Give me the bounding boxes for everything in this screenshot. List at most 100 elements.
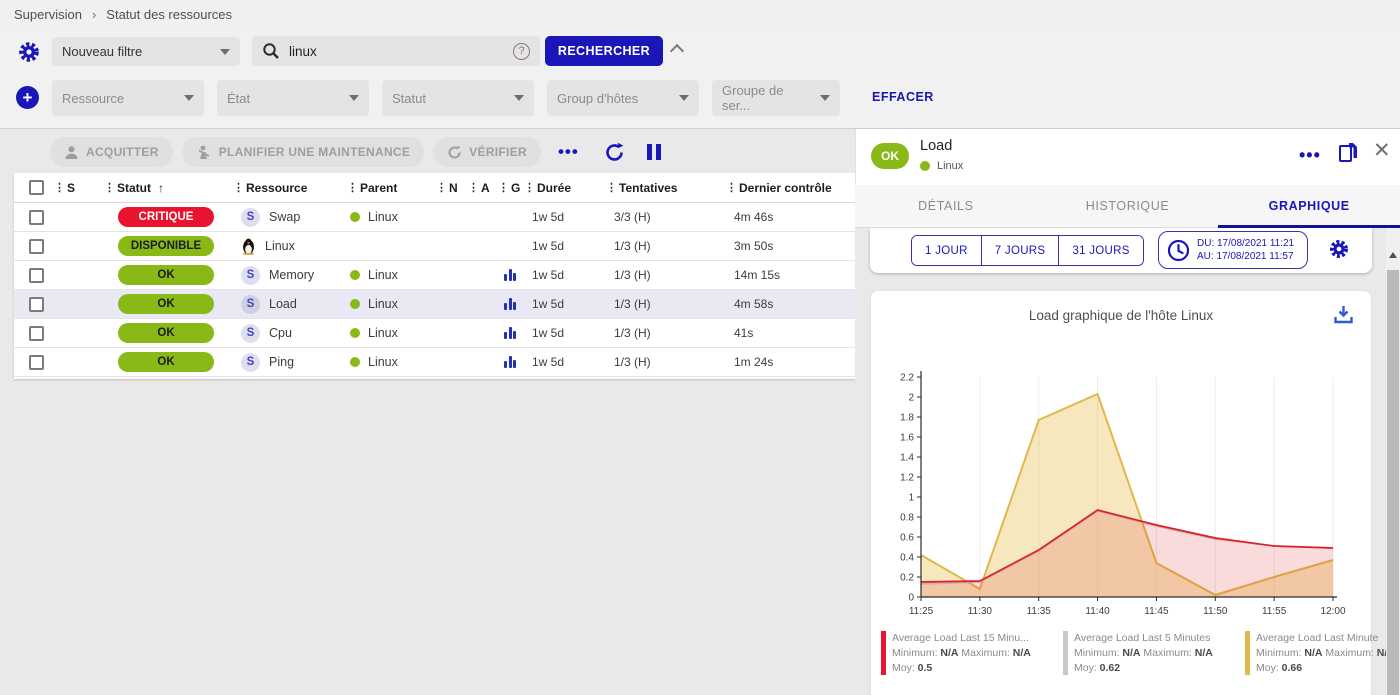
column-header-tentatives[interactable]: ⋮Tentatives [606,181,726,195]
close-panel-icon[interactable]: ✕ [1373,140,1391,161]
graph-settings-gear-icon[interactable] [1328,238,1350,260]
add-filter-button[interactable]: + [16,86,39,109]
resource-cell[interactable]: SPing [228,353,342,372]
table-row[interactable]: OKSLoadLinux1w 5d1/3 (H)4m 58s [14,290,855,319]
table-row[interactable]: CRITIQUESSwapLinux1w 5d3/3 (H)4m 46s [14,203,855,232]
column-header-s[interactable]: ⋮S [54,181,104,195]
column-drag-handle-icon[interactable]: ⋮ [468,181,478,194]
clear-filters-button[interactable]: EFFACER [872,90,934,104]
column-header-g[interactable]: ⋮G [498,181,524,195]
tab-historique[interactable]: HISTORIQUE [1037,185,1219,227]
graph-icon[interactable] [498,327,524,339]
column-drag-handle-icon[interactable]: ⋮ [104,181,114,194]
status-badge: DISPONIBLE [118,236,214,256]
column-header-statut[interactable]: ⋮Statut↑ [104,181,228,195]
maintenance-button[interactable]: PLANIFIER UNE MAINTENANCE [182,137,425,167]
load-area-chart[interactable]: 00.20.40.60.811.21.41.61.822.211:2511:30… [877,363,1347,625]
pause-icon[interactable] [646,143,662,161]
parent-cell[interactable]: Linux [342,210,436,224]
graph-icon[interactable] [498,269,524,281]
column-drag-handle-icon[interactable]: ⋮ [606,181,616,194]
criteria-select-4[interactable]: Group d'hôtes [547,80,699,116]
legend-item[interactable]: Average Load Last 5 MinutesMinimum: N/A … [1063,631,1235,676]
search-field[interactable]: ? [252,36,540,66]
table-row[interactable]: OKSMemoryLinux1w 5d1/3 (H)14m 15s [14,261,855,290]
column-drag-handle-icon[interactable]: ⋮ [436,181,446,194]
download-icon[interactable] [1334,305,1353,324]
resource-cell[interactable]: SCpu [228,324,342,343]
parent-cell[interactable]: Linux [342,355,436,369]
help-icon[interactable]: ? [513,43,530,60]
criteria-select-label: Group d'hôtes [557,91,638,106]
chevron-down-icon [349,95,359,101]
column-header-a[interactable]: ⋮A [468,181,498,195]
collapse-chevron-icon[interactable] [670,44,684,58]
row-checkbox[interactable] [29,268,44,283]
tab-dtails[interactable]: DÉTAILS [855,185,1037,227]
parent-cell[interactable]: Linux [342,297,436,311]
resource-cell[interactable]: SSwap [228,208,342,227]
resource-cell[interactable]: SLoad [228,295,342,314]
search-button[interactable]: RECHERCHER [545,36,663,66]
column-drag-handle-icon[interactable]: ⋮ [498,181,508,194]
time-range-button-2[interactable]: 7 JOURS [982,236,1060,265]
time-range-button-3[interactable]: 31 JOURS [1059,236,1142,265]
criteria-select-5[interactable]: Groupe de ser... [712,80,840,116]
last-check-cell: 4m 58s [726,297,855,311]
legend-item[interactable]: Average Load Last 15 Minu...Minimum: N/A… [881,631,1053,676]
settings-gear-icon[interactable] [17,40,41,64]
breadcrumb-item-statut-ressources[interactable]: Statut des ressources [106,7,232,22]
check-button[interactable]: VÉRIFIER [433,137,541,167]
row-checkbox[interactable] [29,326,44,341]
acknowledge-button[interactable]: ACQUITTER [50,137,173,167]
refresh-icon[interactable] [604,142,625,163]
saved-filter-select[interactable]: Nouveau filtre [52,37,240,66]
graph-icon[interactable] [498,298,524,310]
column-drag-handle-icon[interactable]: ⋮ [524,181,534,194]
column-header-n[interactable]: ⋮N [436,181,468,195]
parent-cell[interactable]: Linux [342,326,436,340]
sort-asc-icon[interactable]: ↑ [158,181,164,195]
column-header-parent[interactable]: ⋮Parent [342,181,436,195]
column-header-derniercontrle[interactable]: ⋮Dernier contrôle [726,181,855,195]
table-row[interactable]: OKSPingLinux1w 5d1/3 (H)1m 24s [14,348,855,377]
column-header-dure[interactable]: ⋮Durée [524,181,606,195]
column-drag-handle-icon[interactable]: ⋮ [726,181,736,194]
breadcrumb-item-supervision[interactable]: Supervision [14,7,82,22]
row-checkbox[interactable] [29,239,44,254]
column-drag-handle-icon[interactable]: ⋮ [233,181,243,194]
more-actions-icon[interactable]: ••• [558,142,579,162]
search-input[interactable] [289,44,513,59]
panel-scrollbar[interactable] [1386,228,1400,695]
x-tick-label: 11:50 [1203,606,1228,617]
scroll-up-arrow-icon[interactable] [1389,252,1397,258]
legend-item[interactable]: Average Load Last MinuteMinimum: N/A Max… [1245,631,1400,676]
service-icon: S [241,324,260,343]
parent-cell[interactable]: Linux [342,268,436,282]
column-drag-handle-icon[interactable]: ⋮ [54,181,64,194]
column-drag-handle-icon[interactable]: ⋮ [347,181,357,194]
criteria-select-2[interactable]: État [217,80,369,116]
tab-graphique[interactable]: GRAPHIQUE [1218,185,1400,227]
column-header-ressource[interactable]: ⋮Ressource [228,181,342,195]
scrollbar-thumb[interactable] [1387,270,1399,695]
panel-more-icon[interactable]: ••• [1299,145,1321,166]
criteria-select-3[interactable]: Statut [382,80,534,116]
time-range-button-1[interactable]: 1 JOUR [912,236,982,265]
row-checkbox[interactable] [29,297,44,312]
tries-cell: 1/3 (H) [606,326,726,340]
resource-cell[interactable]: SMemory [228,266,342,285]
chevron-down-icon [220,49,230,55]
select-all-checkbox[interactable] [29,180,44,195]
service-icon: S [241,208,260,227]
breadcrumb: Supervision › Statut des ressources [0,0,1400,28]
table-row[interactable]: DISPONIBLELinux1w 5d1/3 (H)3m 50s [14,232,855,261]
row-checkbox[interactable] [29,355,44,370]
row-checkbox[interactable] [29,210,44,225]
table-row[interactable]: OKSCpuLinux1w 5d1/3 (H)41s [14,319,855,348]
resource-cell[interactable]: Linux [228,237,342,255]
graph-icon[interactable] [498,356,524,368]
criteria-select-1[interactable]: Ressource [52,80,204,116]
copy-link-icon[interactable] [1339,142,1359,164]
date-range-picker[interactable]: DU: 17/08/2021 11:21 AU: 17/08/2021 11:5… [1158,231,1308,269]
